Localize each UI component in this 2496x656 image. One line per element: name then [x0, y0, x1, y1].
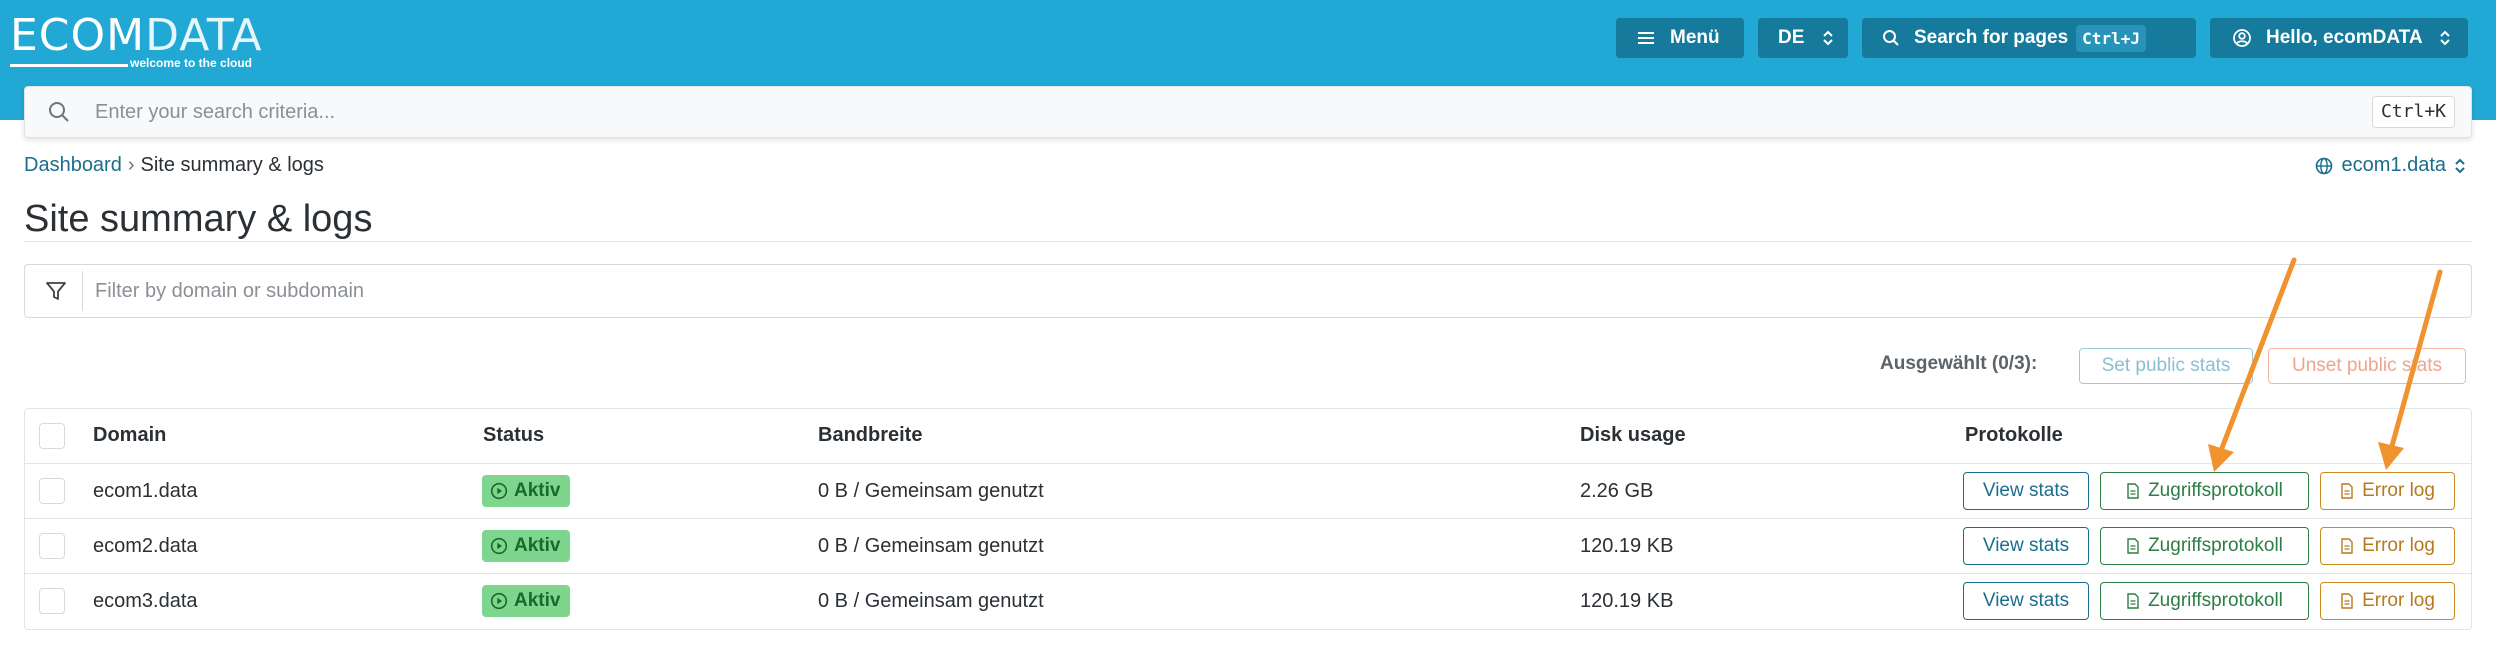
view-stats-label: View stats: [1982, 535, 2070, 556]
logo-underline: [10, 64, 128, 67]
domain-filter-input[interactable]: Filter by domain or subdomain: [95, 280, 364, 303]
page-search-button[interactable]: Search for pages Ctrl+J: [1862, 18, 2196, 58]
status-badge: Aktiv: [482, 475, 571, 507]
breadcrumb-separator: ›: [127, 154, 135, 176]
error-log-label: Error log: [2362, 590, 2435, 611]
page-search-shortcut: Ctrl+J: [2076, 24, 2146, 52]
error-log-label: Error log: [2362, 535, 2435, 556]
row-checkbox[interactable]: [39, 533, 65, 559]
file-icon: [2341, 483, 2353, 499]
play-circle-icon: [490, 592, 508, 610]
view-stats-button[interactable]: View stats: [1963, 582, 2089, 620]
table-row: ecom2.data Aktiv 0 B / Gemeinsam genutzt…: [25, 519, 2471, 574]
status-text: Aktiv: [514, 590, 561, 611]
column-header-status[interactable]: Status: [483, 424, 544, 447]
table-row: ecom1.data Aktiv 0 B / Gemeinsam genutzt…: [25, 464, 2471, 519]
chevron-updown-icon: [2455, 158, 2465, 173]
page-search-label: Search for pages: [1914, 27, 2069, 48]
view-stats-label: View stats: [1982, 480, 2070, 501]
domain-cell: ecom2.data: [93, 535, 198, 557]
access-log-label: Zugriffsprotokoll: [2148, 480, 2283, 501]
file-icon: [2127, 593, 2139, 609]
access-log-button[interactable]: Zugriffsprotokoll: [2100, 472, 2309, 510]
site-selector[interactable]: ecom1.data: [2315, 154, 2466, 177]
domain-filter[interactable]: Filter by domain or subdomain: [24, 264, 2472, 318]
status-badge: Aktiv: [482, 585, 571, 617]
file-icon: [2127, 538, 2139, 554]
error-log-button[interactable]: Error log: [2320, 472, 2455, 510]
access-log-label: Zugriffsprotokoll: [2148, 590, 2283, 611]
column-header-disk[interactable]: Disk usage: [1580, 424, 1686, 447]
disk-usage-cell: 2.26 GB: [1580, 480, 1654, 502]
view-stats-label: View stats: [1982, 590, 2070, 611]
column-header-domain[interactable]: Domain: [93, 424, 166, 447]
play-circle-icon: [490, 537, 508, 555]
language-value: DE: [1778, 27, 1805, 48]
view-stats-button[interactable]: View stats: [1963, 472, 2089, 510]
file-icon: [2341, 593, 2353, 609]
table-header: Domain Status Bandbreite Disk usage Prot…: [25, 409, 2471, 464]
bandwidth-cell: 0 B / Gemeinsam genutzt: [818, 535, 1044, 557]
domain-cell: ecom1.data: [93, 480, 198, 502]
file-icon: [2127, 483, 2139, 499]
status-text: Aktiv: [514, 480, 561, 501]
filter-divider: [82, 271, 83, 311]
view-stats-button[interactable]: View stats: [1963, 527, 2089, 565]
breadcrumb: Dashboard › Site summary & logs: [24, 154, 324, 177]
user-label: Hello, ecomDATA: [2266, 27, 2423, 48]
selection-count: Ausgewählt (0/3):: [1880, 353, 2038, 374]
page-title: Site summary & logs: [24, 198, 373, 240]
filter-icon: [46, 282, 66, 300]
domain-cell: ecom3.data: [93, 590, 198, 612]
error-log-button[interactable]: Error log: [2320, 582, 2455, 620]
logo-tagline: welcome to the cloud: [130, 56, 253, 70]
bandwidth-cell: 0 B / Gemeinsam genutzt: [818, 480, 1044, 502]
play-circle-icon: [490, 482, 508, 500]
site-selector-value: ecom1.data: [2341, 154, 2446, 176]
language-select[interactable]: DE: [1758, 18, 1848, 58]
access-log-label: Zugriffsprotokoll: [2148, 535, 2283, 556]
access-log-button[interactable]: Zugriffsprotokoll: [2100, 582, 2309, 620]
global-search-shortcut: Ctrl+K: [2371, 96, 2455, 128]
user-menu-button[interactable]: Hello, ecomDATA: [2210, 18, 2468, 58]
menu-button[interactable]: Menü: [1616, 18, 1744, 58]
logo-ecom: ECOM: [10, 10, 146, 61]
select-all-checkbox[interactable]: [39, 423, 65, 449]
row-checkbox[interactable]: [39, 478, 65, 504]
sites-table: Domain Status Bandbreite Disk usage Prot…: [24, 408, 2472, 630]
bandwidth-cell: 0 B / Gemeinsam genutzt: [818, 590, 1044, 612]
row-checkbox[interactable]: [39, 588, 65, 614]
user-circle-icon: [2233, 29, 2251, 47]
error-log-label: Error log: [2362, 480, 2435, 501]
access-log-button[interactable]: Zugriffsprotokoll: [2100, 527, 2309, 565]
logo-wordmark: ECOMDATA: [10, 14, 262, 58]
chevron-updown-icon: [2439, 30, 2450, 46]
column-header-bandwidth[interactable]: Bandbreite: [818, 424, 922, 447]
chevron-updown-icon: [1823, 30, 1834, 46]
logo-data: DATA: [145, 10, 263, 61]
global-search[interactable]: Enter your search criteria... Ctrl+K: [24, 86, 2472, 138]
unset-public-stats-button[interactable]: Unset public stats: [2268, 348, 2466, 384]
search-icon: [49, 102, 69, 122]
error-log-button[interactable]: Error log: [2320, 527, 2455, 565]
status-badge: Aktiv: [482, 530, 571, 562]
set-public-stats-button[interactable]: Set public stats: [2079, 348, 2253, 384]
search-icon: [1883, 30, 1899, 46]
disk-usage-cell: 120.19 KB: [1580, 590, 1674, 612]
title-divider: [24, 241, 2472, 242]
globe-icon: [2316, 157, 2333, 174]
global-search-input[interactable]: Enter your search criteria...: [95, 101, 335, 124]
breadcrumb-current: Site summary & logs: [140, 154, 324, 176]
table-row: ecom3.data Aktiv 0 B / Gemeinsam genutzt…: [25, 574, 2471, 629]
ecomdata-logo[interactable]: ECOMDATA welcome to the cloud: [10, 14, 262, 70]
menu-icon: [1638, 32, 1654, 44]
column-header-logs: Protokolle: [1965, 424, 2063, 446]
file-icon: [2341, 538, 2353, 554]
disk-usage-cell: 120.19 KB: [1580, 535, 1674, 557]
status-text: Aktiv: [514, 535, 561, 556]
menu-label: Menü: [1670, 27, 1720, 48]
breadcrumb-dashboard[interactable]: Dashboard: [24, 154, 122, 176]
